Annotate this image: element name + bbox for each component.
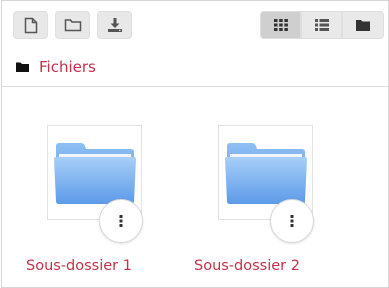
folder-menu-button[interactable] bbox=[99, 199, 143, 243]
new-file-icon bbox=[24, 17, 37, 33]
tree-view-button[interactable] bbox=[342, 11, 384, 39]
folder-item: Sous-dossier 2 bbox=[194, 125, 348, 275]
grid-view-button[interactable] bbox=[260, 11, 301, 39]
list-view-button[interactable] bbox=[301, 11, 342, 39]
folder-icon bbox=[16, 62, 29, 72]
breadcrumb: Fichiers bbox=[16, 56, 96, 78]
download-button[interactable] bbox=[97, 11, 132, 39]
breadcrumb-current-folder[interactable]: Fichiers bbox=[39, 56, 96, 78]
more-options-icon bbox=[290, 215, 294, 227]
file-manager: Fichiers Sous-dossier 1 Sous-dossier 2 bbox=[1, 0, 389, 288]
new-folder-icon bbox=[64, 19, 81, 32]
folder-contents: Sous-dossier 1 Sous-dossier 2 bbox=[2, 88, 388, 288]
tree-view-icon bbox=[356, 20, 370, 31]
folder-item: Sous-dossier 1 bbox=[26, 125, 177, 275]
toolbar: Fichiers bbox=[2, 1, 388, 87]
new-file-button[interactable] bbox=[13, 11, 48, 39]
folder-name-link[interactable]: Sous-dossier 1 bbox=[26, 258, 186, 274]
folder-name-link[interactable]: Sous-dossier 2 bbox=[194, 258, 354, 274]
folder-menu-button[interactable] bbox=[270, 199, 314, 243]
new-folder-button[interactable] bbox=[55, 11, 90, 39]
more-options-icon bbox=[119, 215, 123, 227]
list-view-icon bbox=[314, 19, 329, 31]
view-mode-switcher bbox=[260, 11, 384, 39]
grid-view-icon bbox=[273, 19, 288, 31]
download-icon bbox=[107, 18, 122, 32]
